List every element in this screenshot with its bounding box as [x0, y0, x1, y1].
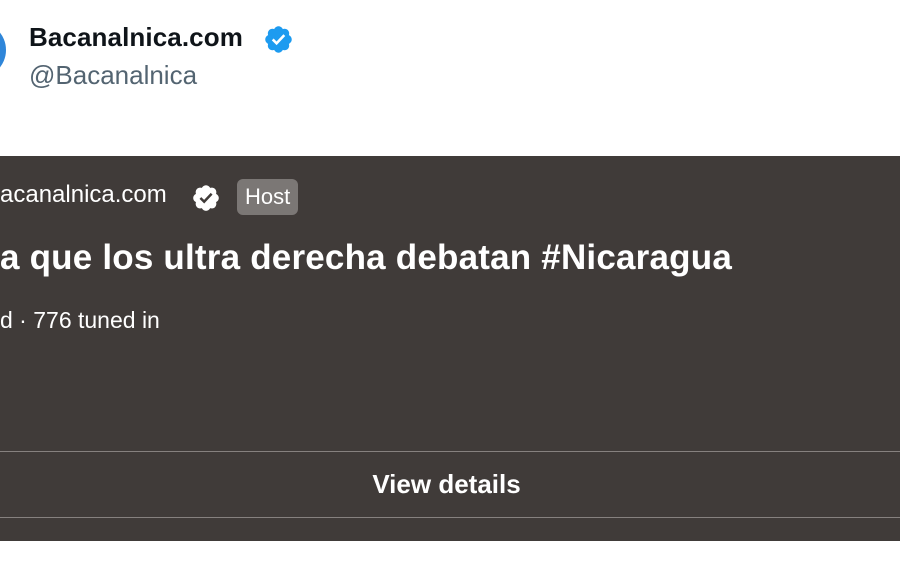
- author-avatar[interactable]: [0, 22, 6, 78]
- tweet-space-screen: Bacanalnica.com @Bacanalnica acanalnica.…: [0, 0, 900, 567]
- space-title: a que los ultra derecha debatan #Nicarag…: [0, 238, 732, 277]
- author-handle[interactable]: @Bacanalnica: [29, 60, 197, 91]
- verified-badge-icon: [193, 185, 219, 211]
- verified-badge-icon: [265, 26, 292, 53]
- host-badge: Host: [237, 179, 299, 215]
- space-host-name: acanalnica.com: [0, 181, 167, 208]
- view-details-button[interactable]: View details: [0, 452, 893, 517]
- author-name[interactable]: Bacanalnica.com: [29, 22, 243, 53]
- space-card[interactable]: acanalnica.com Host a que los ultra dere…: [0, 156, 900, 541]
- divider: [0, 517, 900, 518]
- space-listener-count: d · 776 tuned in: [0, 307, 160, 333]
